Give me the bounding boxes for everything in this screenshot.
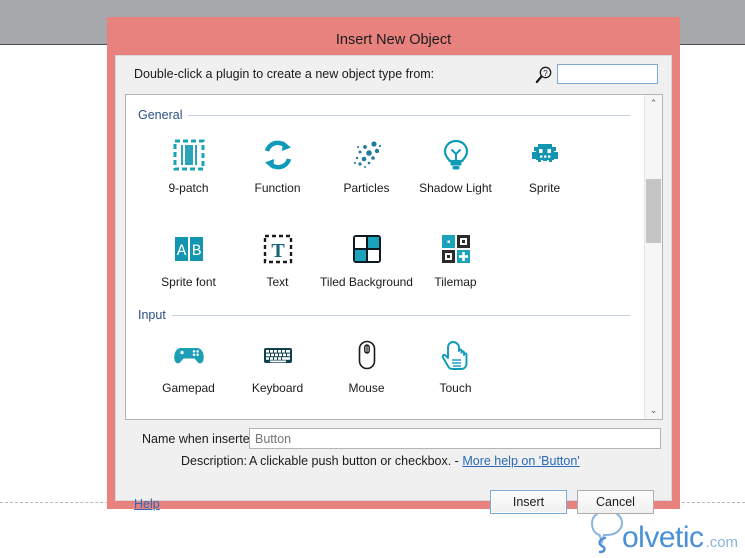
scroll-down-arrow-icon[interactable]: ⌄ xyxy=(645,402,662,419)
search-help-icon: ? xyxy=(535,66,552,84)
particles-icon xyxy=(347,135,387,175)
plugin-item-tilemap[interactable]: Tilemap xyxy=(411,229,500,289)
plugin-item-label: 9-patch xyxy=(168,181,209,195)
plugin-item-label: Touch xyxy=(439,381,472,395)
plugin-item-particles[interactable]: Particles xyxy=(322,135,411,195)
dialog-title-bar: Insert New Object xyxy=(115,25,672,55)
group-title: General xyxy=(138,108,183,122)
plugin-scroll-area: General 9-patch Function Particles Shado… xyxy=(126,95,644,419)
description-sentence: A clickable push button or checkbox. - xyxy=(249,454,459,468)
plugin-item-touch[interactable]: Touch xyxy=(411,335,500,395)
tiled-background-icon xyxy=(347,229,387,269)
plugin-items-row: 9-patch Function Particles Shadow Light … xyxy=(144,135,644,195)
description-value: A clickable push button or checkbox. - M… xyxy=(249,454,580,468)
more-help-link[interactable]: More help on 'Button' xyxy=(462,454,579,468)
plugin-item-label: Text xyxy=(266,275,289,289)
nine-patch-icon xyxy=(169,135,209,175)
mouse-icon xyxy=(347,335,387,375)
search-input[interactable] xyxy=(557,64,658,84)
dialog-body: Double-click a plugin to create a new ob… xyxy=(115,55,672,514)
help-link[interactable]: Help xyxy=(134,497,160,511)
prompt-label: Double-click a plugin to create a new ob… xyxy=(134,67,435,81)
cancel-button[interactable]: Cancel xyxy=(577,490,654,514)
name-when-inserted-label: Name when inserted: xyxy=(142,432,261,446)
plugin-item-keyboard[interactable]: Keyboard xyxy=(233,335,322,395)
dialog-title: Insert New Object xyxy=(335,32,452,48)
group-rule xyxy=(188,114,630,116)
watermark-suffix: .com xyxy=(705,534,739,551)
group-header: Input xyxy=(126,307,644,323)
svg-text:B: B xyxy=(191,242,201,260)
plugin-item-label: Sprite font xyxy=(161,275,216,289)
plugin-item-sprite-font[interactable]: A B Sprite font xyxy=(144,229,233,289)
plugin-item-label: Tiled Background xyxy=(320,275,413,289)
plugin-item-label: Function xyxy=(254,181,301,195)
insert-button[interactable]: Insert xyxy=(490,490,567,514)
plugin-item-label: Sprite xyxy=(528,181,561,195)
scrollbar-thumb[interactable] xyxy=(646,179,661,243)
plugin-list-panel: General 9-patch Function Particles Shado… xyxy=(125,94,663,420)
gamepad-icon xyxy=(169,335,209,375)
name-row: Name when inserted: xyxy=(116,428,671,450)
solvetic-logo-icon xyxy=(590,509,624,554)
description-row: Description: A clickable push button or … xyxy=(116,454,671,472)
plugin-item-tiled-background[interactable]: Tiled Background xyxy=(320,229,413,289)
group-rule xyxy=(171,314,630,316)
plugin-list-scrollbar[interactable]: ⌃ ⌄ xyxy=(644,95,662,419)
group-header: General xyxy=(126,107,644,123)
plugin-group-input: Input Gamepad Keyboard Mouse Touch xyxy=(126,307,644,395)
solvetic-watermark: olvetic .com xyxy=(590,508,738,554)
lightbulb-icon xyxy=(436,135,476,175)
plugin-item-label: Gamepad xyxy=(162,381,215,395)
plugin-group-general: General 9-patch Function Particles Shado… xyxy=(126,107,644,289)
sprite-invader-icon xyxy=(525,135,565,175)
plugin-item-function[interactable]: Function xyxy=(233,135,322,195)
plugin-items-row: Gamepad Keyboard Mouse Touch xyxy=(144,335,644,395)
keyboard-icon xyxy=(258,335,298,375)
plugin-item-gamepad[interactable]: Gamepad xyxy=(144,335,233,395)
plugin-item-label: Shadow Light xyxy=(419,181,492,195)
watermark-name: olvetic xyxy=(622,521,704,554)
description-label: Description: xyxy=(181,454,247,468)
svg-text:T: T xyxy=(271,240,285,262)
plugin-item-label: Keyboard xyxy=(251,381,304,395)
plugin-item-text[interactable]: T Text xyxy=(233,229,322,289)
plugin-item-label: Particles xyxy=(343,181,390,195)
scroll-up-arrow-icon[interactable]: ⌃ xyxy=(645,95,662,112)
plugin-item-sprite[interactable]: Sprite xyxy=(500,135,589,195)
tilemap-icon xyxy=(436,229,476,269)
plugin-item-label: Mouse xyxy=(348,381,385,395)
svg-text:A: A xyxy=(176,242,186,260)
plugin-item-mouse[interactable]: Mouse xyxy=(322,335,411,395)
plugin-item-label: Tilemap xyxy=(434,275,477,289)
svg-text:?: ? xyxy=(543,69,548,78)
touch-hand-icon xyxy=(436,335,476,375)
name-when-inserted-input[interactable] xyxy=(249,428,661,449)
text-icon: T xyxy=(258,229,298,269)
group-title: Input xyxy=(138,308,166,322)
plugin-items-row: A B Sprite font T Text Tiled Background … xyxy=(144,229,644,289)
function-loop-icon xyxy=(258,135,298,175)
sprite-font-icon: A B xyxy=(169,229,209,269)
prompt-row: Double-click a plugin to create a new ob… xyxy=(116,56,671,94)
plugin-item-9-patch[interactable]: 9-patch xyxy=(144,135,233,195)
insert-new-object-dialog: Insert New Object Double-click a plugin … xyxy=(107,17,680,514)
plugin-item-shadow-light[interactable]: Shadow Light xyxy=(411,135,500,195)
